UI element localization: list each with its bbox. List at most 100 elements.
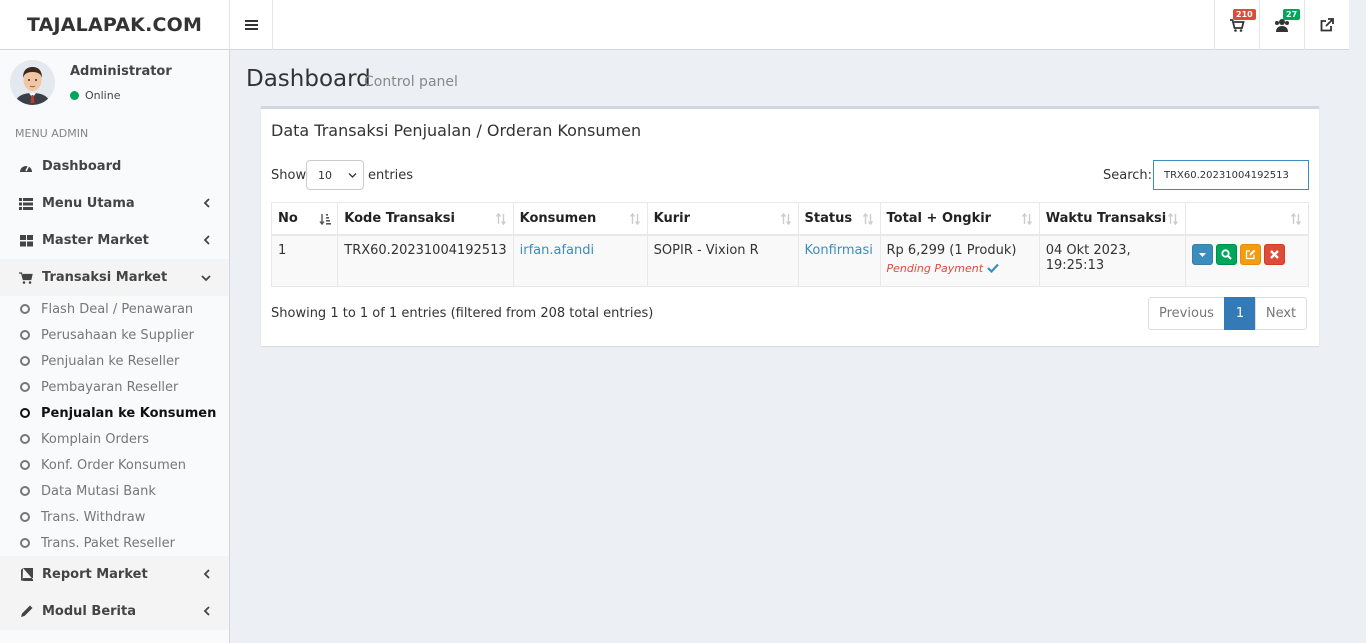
sidebar-item-label: Menu Utama	[42, 196, 135, 211]
submenu-item-konf-order[interactable]: Konf. Order Konsumen	[0, 452, 229, 478]
box-title: Data Transaksi Penjualan / Orderan Konsu…	[271, 121, 642, 140]
submenu-item-label: Pembayaran Reseller	[41, 379, 179, 395]
view-button[interactable]	[1216, 243, 1238, 265]
column-header-waktu[interactable]: Waktu Transaksi	[1038, 202, 1187, 236]
pencil-icon	[18, 605, 34, 619]
submenu-item-perusahaan-supplier[interactable]: Perusahaan ke Supplier	[0, 322, 229, 348]
table-header-row: No Kode Transaksi Konsumen Kurir Status …	[270, 202, 1309, 236]
sidebar-item-dashboard[interactable]: Dashboard	[0, 148, 229, 185]
sidebar-item-label: Dashboard	[42, 159, 122, 174]
sort-icon	[1290, 213, 1302, 225]
pagination-next[interactable]: Next	[1255, 297, 1307, 330]
chevron-down-icon	[201, 275, 211, 282]
circle-icon	[20, 356, 30, 366]
column-header-label: Waktu Transaksi	[1045, 210, 1167, 226]
submenu-item-mutasi-bank[interactable]: Data Mutasi Bank	[0, 478, 229, 504]
payment-status: Pending Payment	[887, 262, 1033, 275]
submenu-item-label: Trans. Withdraw	[41, 509, 146, 525]
sidebar-item-menu-utama[interactable]: Menu Utama	[0, 185, 229, 222]
column-header-label: Konsumen	[519, 210, 597, 226]
table-row: 1 TRX60.20231004192513 irfan.afandi SOPI…	[270, 234, 1309, 287]
column-header-konsumen[interactable]: Konsumen	[512, 202, 648, 236]
circle-icon	[20, 434, 30, 444]
column-header-label: Total + Ongkir	[886, 210, 992, 226]
top-navbar: TAJALAPAK.COM 210 27	[0, 0, 1349, 50]
cart-icon	[18, 271, 34, 285]
sidebar-item-report-market[interactable]: Report Market	[0, 556, 229, 593]
entries-label: entries	[368, 168, 414, 183]
pagination-previous[interactable]: Previous	[1148, 297, 1225, 330]
entries-length-select[interactable]: 10	[306, 160, 364, 190]
submenu-item-label: Penjualan ke Reseller	[41, 353, 180, 369]
sidebar-menu: Dashboard Menu Utama Master Market Trans…	[0, 148, 229, 630]
submenu-item-label: Data Mutasi Bank	[41, 483, 156, 499]
total-value: Rp 6,299 (1 Produk)	[886, 242, 1017, 258]
search-input[interactable]: TRX60.20231004192513	[1153, 160, 1309, 190]
sidebar-item-transaksi-market[interactable]: Transaksi Market	[0, 259, 229, 296]
column-header-kurir[interactable]: Kurir	[646, 202, 799, 236]
cell-waktu: 04 Okt 2023, 19:25:13	[1038, 234, 1187, 287]
pagination: Previous 1 Next	[1148, 297, 1307, 330]
customer-link[interactable]: irfan.afandi	[520, 243, 594, 258]
column-header-label: Status	[804, 210, 853, 226]
user-status-label: Online	[85, 89, 121, 102]
page-subtitle: Control panel	[364, 74, 458, 90]
dashboard-icon	[18, 160, 34, 174]
orders-badge: 210	[1233, 9, 1256, 20]
cell-konsumen: irfan.afandi	[512, 234, 648, 287]
chevron-left-icon	[203, 198, 210, 208]
column-header-total[interactable]: Total + Ongkir	[879, 202, 1040, 236]
sidebar-item-modul-berita[interactable]: Modul Berita	[0, 593, 229, 630]
status-link[interactable]: Konfirmasi	[805, 243, 873, 258]
column-header-status[interactable]: Status	[797, 202, 881, 236]
submenu-item-label: Perusahaan ke Supplier	[41, 327, 194, 343]
submenu-item-flash-deal[interactable]: Flash Deal / Penawaran	[0, 296, 229, 322]
list-icon	[18, 197, 34, 211]
edit-button[interactable]	[1240, 243, 1262, 265]
sidebar-item-label: Master Market	[42, 233, 149, 248]
submenu-item-komplain-orders[interactable]: Komplain Orders	[0, 426, 229, 452]
column-header-label: No	[278, 210, 298, 226]
transactions-box: Data Transaksi Penjualan / Orderan Konsu…	[261, 106, 1319, 346]
caret-down-icon	[1199, 252, 1207, 257]
site-logo[interactable]: TAJALAPAK.COM	[0, 0, 230, 50]
submenu-item-paket-reseller[interactable]: Trans. Paket Reseller	[0, 530, 229, 556]
orders-notification-button[interactable]: 210	[1214, 0, 1259, 50]
sidebar-item-label: Transaksi Market	[42, 270, 168, 285]
sort-icon	[780, 213, 791, 225]
content-wrapper: Dashboard Control panel Data Transaksi P…	[231, 51, 1349, 643]
column-header-kode[interactable]: Kode Transaksi	[337, 202, 514, 236]
submenu-item-penjualan-konsumen[interactable]: Penjualan ke Konsumen	[0, 400, 229, 426]
submenu-item-pembayaran-reseller[interactable]: Pembayaran Reseller	[0, 374, 229, 400]
column-header-no[interactable]: No	[270, 202, 339, 236]
circle-icon	[20, 538, 30, 548]
cell-no: 1	[270, 234, 339, 287]
payment-status-label: Pending Payment	[886, 261, 984, 275]
show-label: Show	[271, 168, 307, 183]
chevron-down-icon	[348, 173, 357, 178]
circle-icon	[20, 408, 30, 418]
submenu-item-label: Penjualan ke Konsumen	[41, 405, 217, 421]
submenu-item-penjualan-reseller[interactable]: Penjualan ke Reseller	[0, 348, 229, 374]
submenu-item-label: Trans. Paket Reseller	[41, 535, 175, 551]
external-link-button[interactable]	[1304, 0, 1349, 50]
bars-icon	[244, 20, 258, 30]
submenu-item-withdraw[interactable]: Trans. Withdraw	[0, 504, 229, 530]
circle-icon	[20, 304, 30, 314]
sort-icon	[629, 213, 640, 225]
sidebar-item-master-market[interactable]: Master Market	[0, 222, 229, 259]
table-info: Showing 1 to 1 of 1 entries (filtered fr…	[271, 306, 654, 321]
dropdown-button[interactable]	[1192, 243, 1214, 265]
sort-icon	[495, 213, 506, 225]
sidebar-toggle-button[interactable]	[230, 0, 273, 50]
user-name: Administrator	[70, 64, 172, 79]
delete-button[interactable]	[1264, 243, 1286, 265]
close-icon	[1270, 249, 1280, 259]
menu-header: MENU ADMIN	[15, 127, 89, 140]
check-icon	[987, 263, 999, 273]
pagination-page-1[interactable]: 1	[1224, 297, 1256, 330]
chevron-left-icon	[203, 569, 210, 579]
sidebar-item-label: Report Market	[42, 567, 148, 582]
column-header-actions[interactable]	[1185, 202, 1309, 236]
users-notification-button[interactable]: 27	[1259, 0, 1304, 50]
